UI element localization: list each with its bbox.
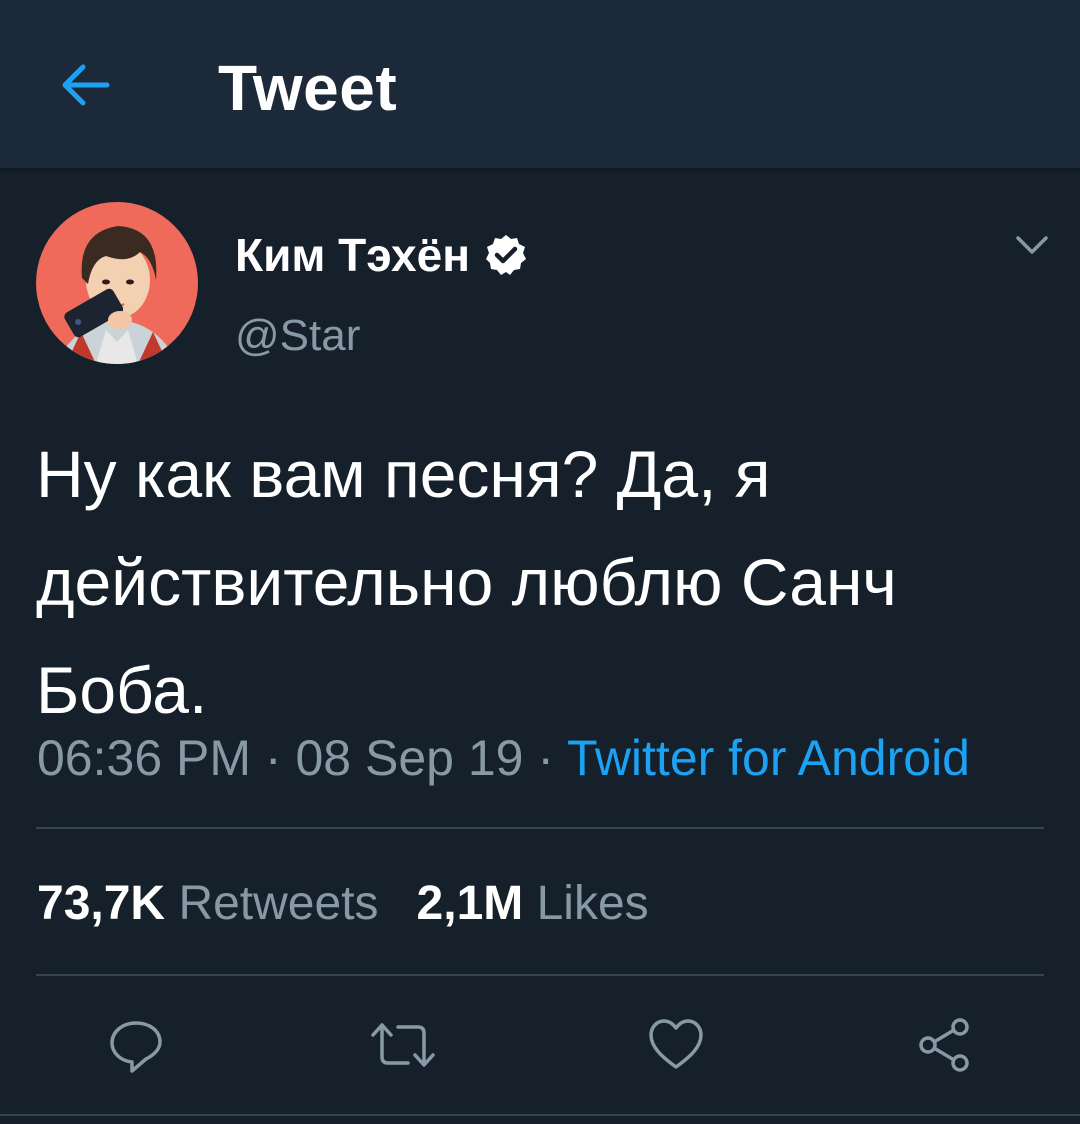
reply-icon (110, 1021, 162, 1073)
share-button[interactable] (909, 1010, 979, 1080)
divider (36, 974, 1044, 976)
user-handle[interactable]: @Star (235, 310, 360, 362)
arrow-left-icon (62, 64, 110, 106)
retweets-count[interactable]: 73,7K (37, 877, 165, 930)
meta-separator: · (264, 730, 282, 786)
share-icon (919, 1018, 969, 1072)
display-name-text: Ким Тэхён (235, 229, 471, 281)
divider (0, 1114, 1080, 1116)
retweet-button[interactable] (368, 1010, 438, 1080)
like-icon (649, 1019, 703, 1069)
tweet-source-link[interactable]: Twitter for Android (567, 730, 970, 786)
tweet-stats: 73,7K Retweets 2,1M Likes (37, 872, 649, 936)
action-bar (0, 1010, 1080, 1080)
tweet-time: 06:36 PM (37, 730, 252, 786)
likes-label[interactable]: Likes (537, 877, 649, 930)
top-bar: Tweet (0, 0, 1080, 168)
display-name[interactable]: Ким Тэхён (235, 228, 528, 282)
retweet-icon (371, 1023, 435, 1067)
meta-separator: · (537, 730, 555, 786)
divider (36, 827, 1044, 829)
like-button[interactable] (641, 1010, 711, 1080)
retweets-label[interactable]: Retweets (178, 877, 378, 930)
tweet-text: Ну как вам песня? Да, я действительно лю… (36, 437, 897, 727)
chevron-down-icon[interactable] (1010, 222, 1054, 266)
page-title: Tweet (218, 52, 398, 124)
tweet-date: 08 Sep 19 (295, 730, 524, 786)
back-button[interactable] (52, 52, 118, 118)
likes-count[interactable]: 2,1M (417, 877, 524, 930)
tweet-metadata: 06:36 PM · 08 Sep 19 · Twitter for Andro… (37, 726, 970, 790)
avatar[interactable] (36, 202, 198, 364)
reply-button[interactable] (101, 1010, 171, 1080)
verified-badge-icon (486, 235, 527, 275)
